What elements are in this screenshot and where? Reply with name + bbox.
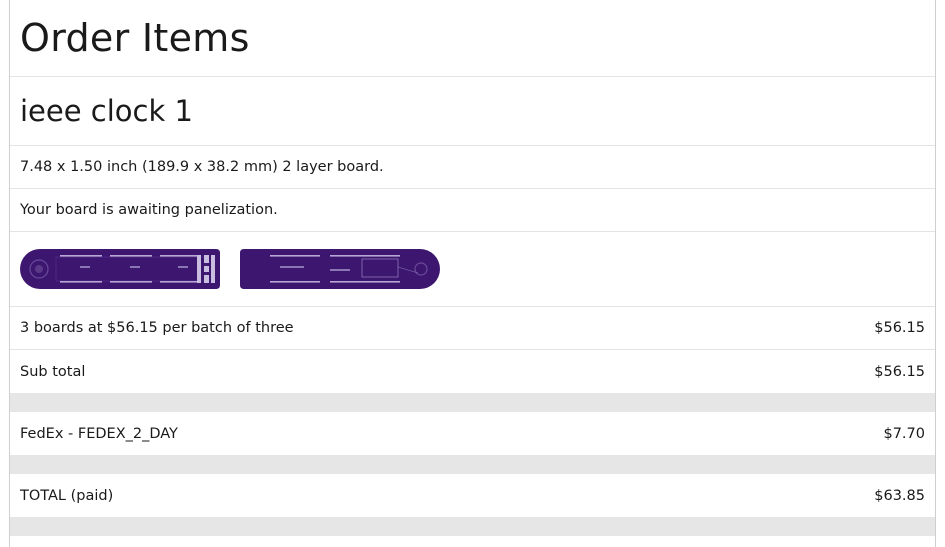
item-status: Your board is awaiting panelization. <box>20 202 278 218</box>
shipping-row: FedEx - FEDEX_2_DAY $7.70 <box>10 412 935 455</box>
line-item-label: 3 boards at $56.15 per batch of three <box>20 320 294 336</box>
board-previews-row <box>10 232 935 307</box>
section-divider <box>10 517 935 536</box>
order-items-panel: Order Items ieee clock 1 7.48 x 1.50 inc… <box>9 0 936 547</box>
line-item-row: 3 boards at $56.15 per batch of three $5… <box>10 307 935 350</box>
shipping-label: FedEx - FEDEX_2_DAY <box>20 425 178 442</box>
item-status-row: Your board is awaiting panelization. <box>10 189 935 232</box>
board-previews <box>10 249 440 289</box>
item-dimensions-row: 7.48 x 1.50 inch (189.9 x 38.2 mm) 2 lay… <box>10 146 935 189</box>
subtotal-row: Sub total $56.15 <box>10 350 935 393</box>
item-dimensions: 7.48 x 1.50 inch (189.9 x 38.2 mm) 2 lay… <box>20 159 384 175</box>
total-amount: $63.85 <box>874 487 925 504</box>
shipping-amount: $7.70 <box>883 425 925 442</box>
total-label: TOTAL (paid) <box>20 487 114 504</box>
item-name-row: ieee clock 1 <box>10 77 935 146</box>
board-top-preview[interactable] <box>20 249 220 289</box>
section-divider <box>10 455 935 474</box>
item-name: ieee clock 1 <box>20 94 193 128</box>
order-items-header: Order Items <box>10 0 935 77</box>
total-row: TOTAL (paid) $63.85 <box>10 474 935 517</box>
page-title: Order Items <box>20 16 250 60</box>
subtotal-amount: $56.15 <box>874 363 925 380</box>
subtotal-label: Sub total <box>20 363 86 380</box>
section-divider <box>10 393 935 412</box>
line-item-amount: $56.15 <box>874 320 925 336</box>
board-bottom-preview[interactable] <box>240 249 440 289</box>
